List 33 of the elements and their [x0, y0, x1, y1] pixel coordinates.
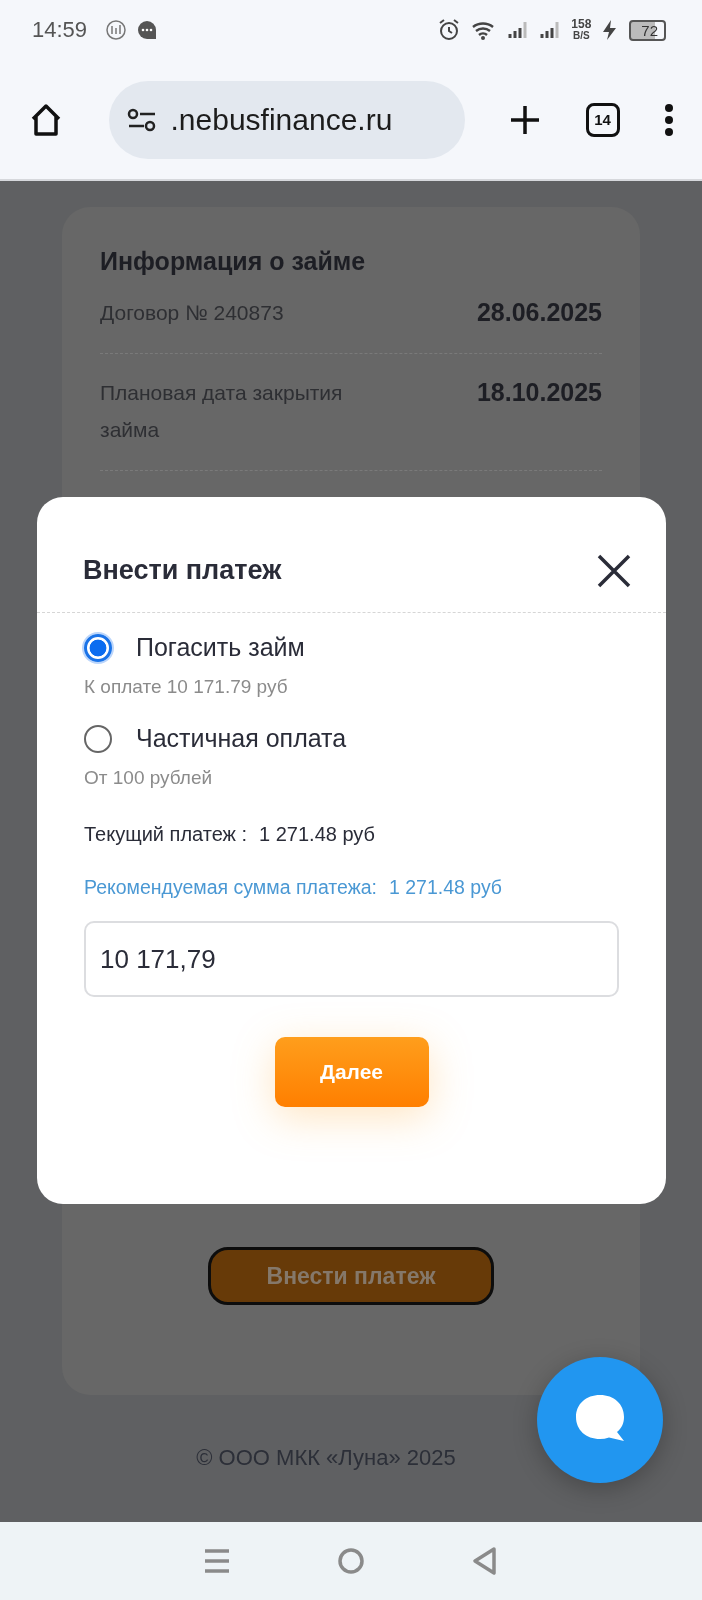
info-label: Плановая дата закрытия займа	[100, 380, 344, 443]
network-speed: 158	[571, 18, 592, 30]
message-icon	[137, 20, 158, 40]
tab-count[interactable]: 14	[585, 102, 620, 137]
new-tab-icon[interactable]	[509, 103, 541, 136]
radio-button[interactable]	[84, 633, 112, 662]
home-button-icon[interactable]	[336, 1546, 366, 1576]
recommended-amount-value: 1 271.48 руб	[388, 876, 503, 899]
status-time: 14:59	[32, 17, 88, 43]
option-label[interactable]: Погасить займ	[136, 633, 305, 662]
card-title: Информация о займе	[100, 247, 367, 276]
radio-button[interactable]	[84, 724, 112, 753]
signal-icon	[539, 20, 562, 40]
option-hint: К оплате 10 171.79 руб	[84, 676, 289, 698]
recommended-amount-label: Рекомендуемая сумма платежа:	[84, 876, 377, 899]
address-bar[interactable]: .nebusfinance.ru	[108, 80, 465, 159]
signal-icon	[507, 20, 530, 40]
info-label: Договор № 240873	[100, 300, 284, 326]
info-value: 28.06.2025	[476, 297, 602, 328]
app-notification-icon	[105, 19, 128, 41]
amount-input[interactable]: 10 171,79	[84, 921, 619, 997]
battery-indicator: 72	[629, 19, 666, 41]
info-value: 18.10.2025	[476, 377, 602, 408]
option-label[interactable]: Частичная оплата	[136, 724, 347, 753]
option-hint: От 100 рублей	[84, 767, 214, 789]
more-menu-icon[interactable]	[664, 102, 674, 137]
current-payment-value: 1 271.48 руб	[259, 823, 376, 846]
close-icon[interactable]	[596, 552, 632, 589]
network-speed-unit: B/S	[572, 30, 590, 42]
dialog-title: Внести платеж	[83, 555, 282, 586]
menu-icon[interactable]	[202, 1548, 231, 1574]
current-payment-label: Текущий платеж :	[84, 823, 248, 846]
site-settings-icon[interactable]	[126, 106, 157, 133]
